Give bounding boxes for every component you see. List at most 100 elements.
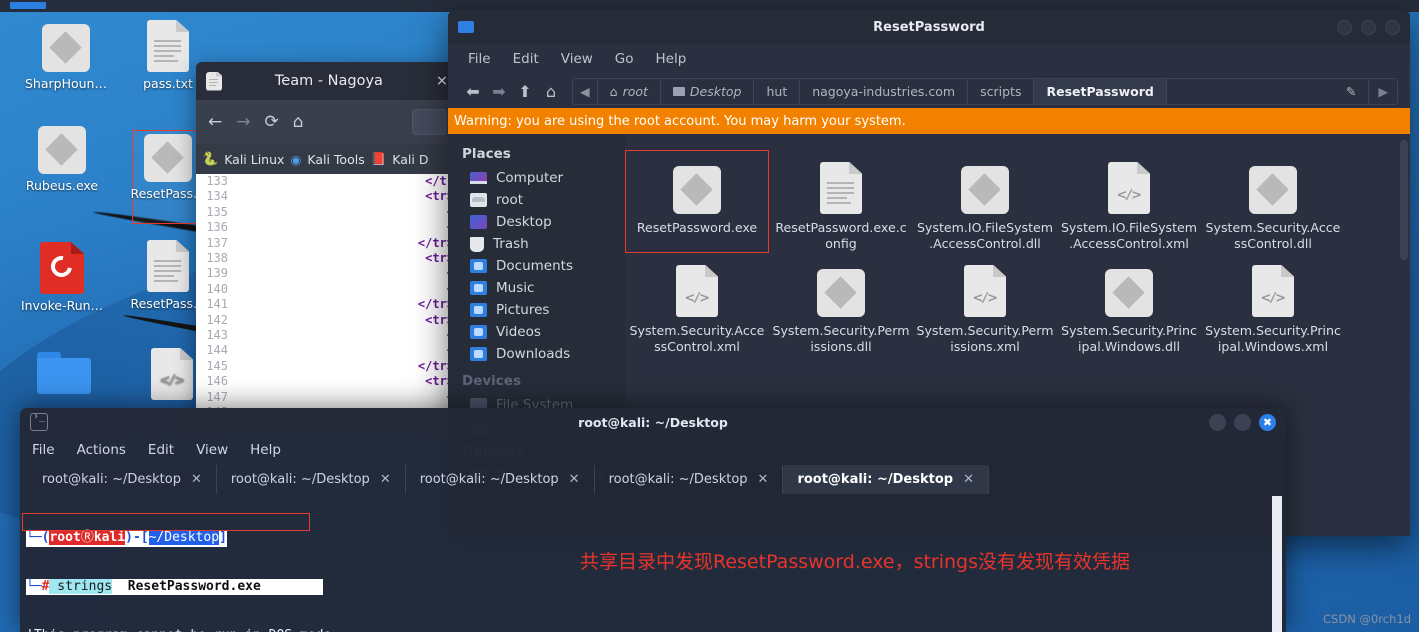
breadcrumb-item-resetpassword[interactable]: ResetPassword xyxy=(1034,78,1167,104)
file-item[interactable]: </> System.Security.Permissions.xml xyxy=(913,253,1057,356)
desktop-icon xyxy=(470,215,487,229)
menu-view[interactable]: View xyxy=(196,442,228,458)
breadcrumb-item-nagoya[interactable]: nagoya-industries.com xyxy=(800,78,969,104)
terminal-tab-close-icon[interactable]: ✕ xyxy=(758,472,769,487)
sidebar-header-places: Places xyxy=(462,146,511,162)
breadcrumb-item-scripts[interactable]: scripts xyxy=(968,78,1035,104)
terminal-prompt-line: └─(rootⓇkali)-[~/Desktop] xyxy=(26,530,227,547)
terminal-tab-close-icon[interactable]: ✕ xyxy=(191,472,202,487)
sidebar-item-computer[interactable]: Computer xyxy=(448,167,625,189)
browser-close-button[interactable]: × xyxy=(436,73,448,89)
terminal-tab[interactable]: root@kali: ~/Desktop ✕ xyxy=(406,465,595,494)
breadcrumb-item-hut[interactable]: hut xyxy=(754,78,801,104)
terminal-tab[interactable]: root@kali: ~/Desktop ✕ xyxy=(595,465,784,494)
downloads-folder-icon xyxy=(470,347,487,361)
page-icon xyxy=(206,71,222,91)
menu-help[interactable]: Help xyxy=(250,442,281,458)
file-item[interactable]: </> System.IO.FileSystem.AccessControl.xm… xyxy=(1057,150,1201,253)
panel-active-indicator xyxy=(10,2,46,9)
menu-actions[interactable]: Actions xyxy=(77,442,126,458)
code-line-source: < xyxy=(238,220,458,235)
documents-folder-icon xyxy=(470,259,487,273)
terminal-tab-close-icon[interactable]: ✕ xyxy=(963,472,974,487)
sidebar-item-pictures[interactable]: Pictures xyxy=(448,299,625,321)
file-item-label: System.Security.Permissions.dll xyxy=(772,323,910,354)
bookmark-kali-linux[interactable]: Kali Linux xyxy=(224,152,284,167)
terminal-tab-close-icon[interactable]: ✕ xyxy=(380,472,391,487)
code-line-number: 147 xyxy=(206,389,228,404)
desktop-icon-rubeus[interactable]: Rubeus.exe xyxy=(14,126,110,193)
sidebar-item-downloads[interactable]: Downloads xyxy=(448,343,625,365)
reload-icon[interactable]: ⟳ xyxy=(265,112,279,132)
file-manager-titlebar[interactable]: ResetPassword xyxy=(448,10,1410,44)
file-manager-pathbar[interactable]: ⬅ ➡ ⬆ ⌂ ◀ ⌂ root Desktop hut nagoya-indu… xyxy=(448,74,1410,108)
chevron-right-icon[interactable]: ▶ xyxy=(1369,78,1397,104)
forward-arrow-icon[interactable]: → xyxy=(236,112,250,132)
code-line: 141 </tr> xyxy=(196,297,458,312)
menu-help[interactable]: Help xyxy=(656,51,687,67)
back-arrow-icon[interactable]: ← xyxy=(208,112,222,132)
file-item[interactable]: System.IO.FileSystem.AccessControl.dll xyxy=(913,150,1057,253)
file-item[interactable]: ResetPassword.exe xyxy=(625,150,769,253)
sidebar-item-label: Music xyxy=(496,280,535,296)
sidebar-item-trash[interactable]: Trash xyxy=(448,233,625,255)
breadcrumb-scroll-left[interactable]: ◀ xyxy=(573,78,598,104)
file-icon-wrapper xyxy=(1204,156,1342,214)
file-item[interactable]: </> System.Security.AccessControl.xml xyxy=(625,253,769,356)
up-arrow-icon[interactable]: ⬆ xyxy=(512,82,538,101)
file-manager-menubar[interactable]: File Edit View Go Help xyxy=(448,44,1410,74)
terminal-tabstrip[interactable]: root@kali: ~/Desktop ✕ root@kali: ~/Deskto… xyxy=(20,464,1286,494)
file-grid-scrollbar[interactable] xyxy=(1400,140,1408,260)
desktop-icon-folder[interactable] xyxy=(16,352,112,399)
browser-viewport[interactable]: 133</tr134<tr>135<136<137</tr>138<tr>139… xyxy=(196,174,458,410)
menu-edit[interactable]: Edit xyxy=(513,51,539,67)
file-item-label: ResetPassword.exe xyxy=(636,220,758,235)
code-line-number: 133 xyxy=(206,174,228,188)
forward-arrow-icon[interactable]: ➡ xyxy=(486,82,512,101)
file-item[interactable]: System.Security.Principal.Windows.dll xyxy=(1057,253,1201,356)
code-line-source: </tr> xyxy=(417,297,454,312)
browser-window[interactable]: Team - Nagoya × ← → ⟳ ⌂ 🐍 Kali Linux ◉ K… xyxy=(196,62,458,410)
file-item[interactable]: System.Security.AccessControl.dll xyxy=(1201,150,1345,253)
breadcrumb-item-root[interactable]: ⌂ root xyxy=(597,78,661,104)
sidebar-item-documents[interactable]: Documents xyxy=(448,255,625,277)
terminal-tab[interactable]: root@kali: ~/Desktop ✕ xyxy=(28,465,217,494)
sidebar-item-desktop[interactable]: Desktop xyxy=(448,211,625,233)
terminal-menubar[interactable]: File Actions Edit View Help xyxy=(20,436,1286,464)
path-edit-button[interactable]: ✎ xyxy=(1166,78,1370,104)
desktop-icon-sharphound[interactable]: SharpHoun… xyxy=(18,24,114,91)
bookmark-kali-tools[interactable]: Kali Tools xyxy=(307,152,364,167)
menu-go[interactable]: Go xyxy=(615,51,634,67)
breadcrumb[interactable]: ◀ ⌂ root Desktop hut nagoya-industries.c… xyxy=(572,77,1398,105)
file-item[interactable]: ResetPassword.exe.config xyxy=(769,150,913,253)
terminal-scrollbar[interactable] xyxy=(1272,496,1282,632)
menu-file[interactable]: File xyxy=(32,442,55,458)
browser-extension-button[interactable] xyxy=(412,109,446,135)
home-icon[interactable]: ⌂ xyxy=(538,82,564,101)
code-line: 137 </tr> xyxy=(196,236,458,251)
bookmark-kali-docs[interactable]: Kali D xyxy=(392,152,428,167)
sidebar-item-label: Downloads xyxy=(496,346,571,362)
breadcrumb-item-desktop[interactable]: Desktop xyxy=(660,78,755,104)
file-item[interactable]: </> System.Security.Principal.Windows.xml xyxy=(1201,253,1345,356)
sidebar-item-videos[interactable]: Videos xyxy=(448,321,625,343)
sidebar-item-label: Pictures xyxy=(496,302,550,318)
home-icon[interactable]: ⌂ xyxy=(293,112,304,132)
menu-file[interactable]: File xyxy=(468,51,491,67)
sidebar-item-music[interactable]: Music xyxy=(448,277,625,299)
terminal-titlebar[interactable]: root@kali: ~/Desktop ✖ xyxy=(20,408,1286,436)
terminal-tab[interactable]: root@kali: ~/Desktop ✕ xyxy=(783,465,989,494)
desktop-icon-invoke-runas[interactable]: Invoke-Run… xyxy=(14,242,110,313)
sidebar-item-root[interactable]: root xyxy=(448,189,625,211)
terminal-tab-close-icon[interactable]: ✕ xyxy=(569,472,580,487)
browser-titlebar[interactable]: Team - Nagoya × xyxy=(196,62,458,100)
browser-bookmarks-bar[interactable]: 🐍 Kali Linux ◉ Kali Tools 📕 Kali D xyxy=(196,144,458,174)
browser-navbar[interactable]: ← → ⟳ ⌂ xyxy=(196,100,458,144)
terminal-tab[interactable]: root@kali: ~/Desktop ✕ xyxy=(217,465,406,494)
back-arrow-icon[interactable]: ⬅ xyxy=(460,82,486,101)
menu-edit[interactable]: Edit xyxy=(148,442,174,458)
file-item-label: System.Security.AccessControl.dll xyxy=(1205,220,1341,251)
menu-view[interactable]: View xyxy=(561,51,593,67)
code-line: 138 <tr> xyxy=(196,251,458,266)
file-item[interactable]: System.Security.Permissions.dll xyxy=(769,253,913,356)
